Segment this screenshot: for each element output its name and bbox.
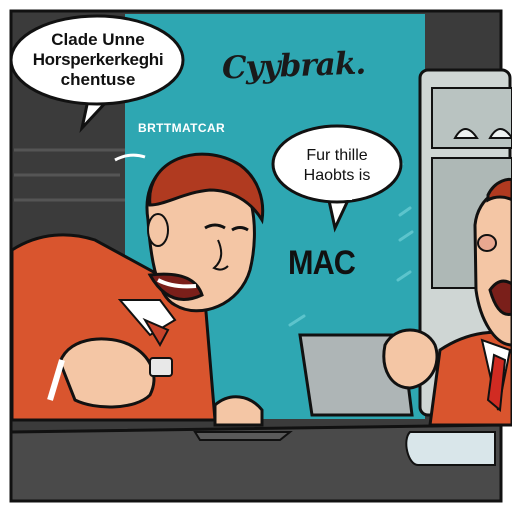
speech-left-line-1: Clade Unne [51,30,145,49]
speech-left-line-2: Horsperkerkeghi [32,50,164,69]
speech-right-line-2: Haobts is [303,167,371,184]
speech-left-line-3: chentuse [60,70,136,89]
comic-panel: Clade Unne Horsperkerkeghi chentuse Cyyb… [0,0,512,512]
wall-sign: BRTTMATCAR [138,121,226,135]
desk [9,423,503,503]
wall-logo: Cyybrak. [221,45,366,87]
wall-word-mac: MAC [288,244,356,282]
speech-right-line-1: Fur thille [306,147,368,164]
